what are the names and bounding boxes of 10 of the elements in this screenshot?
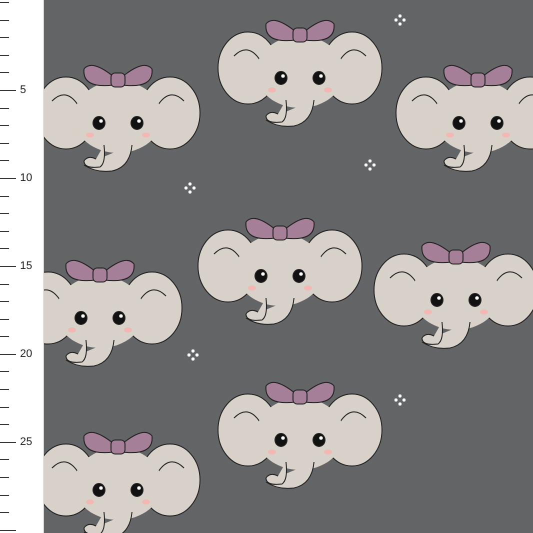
dots-drawing	[394, 394, 406, 406]
dots-drawing	[364, 159, 376, 171]
ruler-label: 15	[20, 258, 32, 274]
dots-drawing	[394, 14, 406, 26]
ruler-label: 20	[20, 346, 32, 362]
ruler-label: 10	[20, 170, 32, 186]
ruler-label: 5	[20, 82, 26, 98]
dots-drawing	[187, 349, 199, 361]
dots-drawing	[184, 182, 196, 194]
ruler-label: 25	[20, 434, 32, 450]
